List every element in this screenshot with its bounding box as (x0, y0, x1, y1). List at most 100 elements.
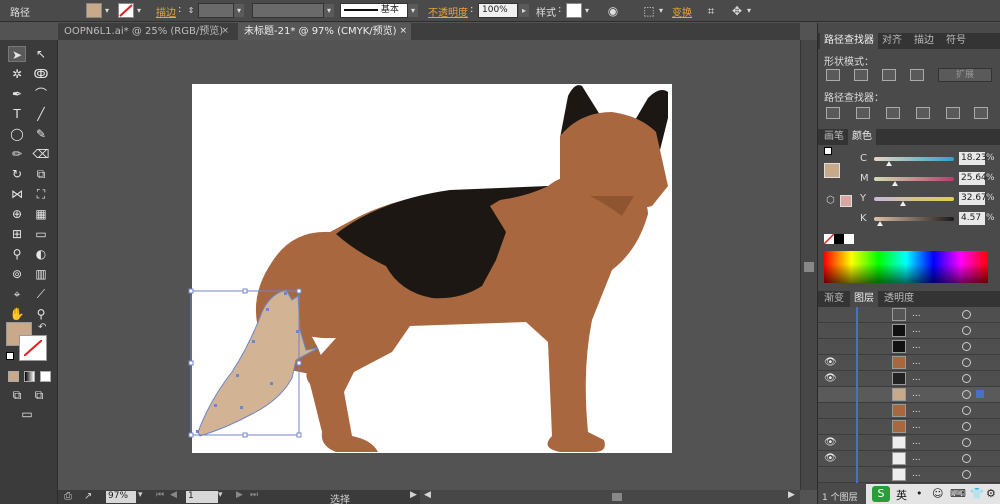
artboard-number-field[interactable]: 1 (186, 491, 218, 503)
color-stroke-box[interactable] (840, 195, 852, 207)
target-icon[interactable] (962, 310, 971, 319)
minus-back-icon[interactable] (974, 107, 988, 119)
tab-transparency[interactable]: 透明度 (880, 291, 918, 307)
target-icon[interactable] (962, 454, 971, 463)
target-icon[interactable] (962, 438, 971, 447)
color-fill-box[interactable] (824, 163, 840, 178)
vertical-scroll-thumb[interactable] (804, 262, 814, 272)
channel-c-value[interactable]: 18.23 (959, 152, 987, 165)
white-swatch[interactable] (844, 234, 854, 244)
target-icon[interactable] (962, 390, 971, 399)
expand-button[interactable]: 扩展 (938, 68, 992, 82)
channel-y-slider[interactable] (874, 197, 954, 201)
tab-pathfinder[interactable]: 路径查找器 (820, 33, 878, 49)
eye-icon[interactable]: 👁 (824, 373, 837, 384)
layer-row[interactable]: ... (818, 419, 1000, 435)
target-icon[interactable] (962, 326, 971, 335)
layer-name: ... (912, 469, 921, 479)
horizontal-scrollbar[interactable]: ◀ ▶ (420, 490, 800, 504)
unite-icon[interactable] (826, 69, 840, 81)
layer-row[interactable]: ... (818, 467, 1000, 483)
punctuation-icon[interactable]: • (916, 487, 923, 500)
eye-icon[interactable]: 👁 (824, 357, 837, 368)
tab-align[interactable]: 对齐 (878, 33, 906, 49)
layer-row[interactable]: 👁... (818, 435, 1000, 451)
sogou-ime-icon[interactable]: S (872, 486, 890, 502)
target-icon[interactable] (962, 374, 971, 383)
export-icon[interactable]: ↗ (84, 491, 92, 502)
channel-k-slider[interactable] (874, 217, 954, 221)
layer-row[interactable]: 👁... (818, 371, 1000, 387)
exclude-icon[interactable] (910, 69, 924, 81)
first-artboard-icon[interactable]: ⏮ (156, 490, 164, 500)
layer-row-selected[interactable]: ... (818, 387, 1000, 403)
merge-icon[interactable] (886, 107, 900, 119)
none-icon (823, 233, 835, 245)
channel-y-unit: % (986, 193, 995, 203)
user-icon[interactable]: 👕 (970, 487, 984, 500)
channel-y-value[interactable]: 32.67 (959, 192, 987, 205)
scroll-left-icon[interactable]: ◀ (424, 490, 431, 500)
zoom-field[interactable]: 97% (106, 491, 136, 503)
target-icon[interactable] (962, 470, 971, 479)
emoji-icon[interactable]: ☺ (932, 487, 943, 500)
status-menu-arrow[interactable]: ▶ (410, 490, 417, 500)
layer-thumbnail (892, 420, 906, 433)
minus-front-icon[interactable] (854, 69, 868, 81)
keyboard-icon[interactable]: ⌨ (950, 487, 966, 500)
channel-m-knob[interactable] (892, 181, 898, 186)
tab-brushes[interactable]: 画笔 (820, 129, 848, 145)
default-fill-stroke-icon[interactable] (824, 147, 832, 155)
target-icon[interactable] (962, 358, 971, 367)
settings-icon[interactable]: ⚙ (986, 487, 996, 500)
color-panel-tabs: 画笔 颜色 (818, 129, 1000, 145)
channel-k-knob[interactable] (877, 221, 883, 226)
tab-gradient[interactable]: 渐变 (820, 291, 848, 307)
vertical-scrollbar[interactable] (800, 40, 817, 490)
eye-icon[interactable]: 👁 (824, 437, 837, 448)
current-tool-label: 选择 (330, 495, 350, 504)
artboard-dropdown[interactable]: ▾ (218, 490, 223, 500)
target-icon[interactable] (962, 342, 971, 351)
tab-stroke[interactable]: 描边 (910, 33, 938, 49)
layers-count-label: 1 个图层 (822, 493, 858, 503)
layer-row[interactable]: ... (818, 307, 1000, 323)
layer-row[interactable]: 👁... (818, 451, 1000, 467)
dog-illustration[interactable] (188, 85, 668, 452)
channel-m-unit: % (986, 173, 995, 183)
channel-k-value[interactable]: 4.57 (959, 212, 985, 225)
intersect-icon[interactable] (882, 69, 896, 81)
black-swatch[interactable] (834, 234, 844, 244)
color-spectrum[interactable] (824, 251, 988, 283)
pathfinder-panel-tabs: 路径查找器 对齐 描边 符号 (818, 33, 1000, 49)
channel-m-slider[interactable] (874, 177, 954, 181)
pages-icon[interactable]: ⎙ (64, 491, 72, 502)
ime-language-label[interactable]: 英 (896, 487, 907, 503)
target-icon[interactable] (962, 422, 971, 431)
out-of-gamut-icon[interactable]: ⬡ (826, 195, 835, 206)
previous-artboard-icon[interactable]: ◀ (170, 490, 177, 500)
crop-icon[interactable] (916, 107, 930, 119)
horizontal-scroll-thumb[interactable] (612, 493, 622, 501)
tab-color[interactable]: 颜色 (848, 129, 876, 145)
channel-m-value[interactable]: 25.64 (959, 172, 987, 185)
divide-icon[interactable] (826, 107, 840, 119)
zoom-dropdown[interactable]: ▾ (138, 490, 143, 500)
next-artboard-icon[interactable]: ▶ (236, 490, 243, 500)
scroll-right-icon[interactable]: ▶ (788, 490, 795, 500)
target-icon[interactable] (962, 406, 971, 415)
trim-icon[interactable] (856, 107, 870, 119)
eye-icon[interactable]: 👁 (824, 453, 837, 464)
channel-c-knob[interactable] (886, 161, 892, 166)
layer-row[interactable]: 👁... (818, 355, 1000, 371)
last-artboard-icon[interactable]: ⏭ (250, 490, 258, 500)
layer-row[interactable]: ... (818, 339, 1000, 355)
none-swatch[interactable] (823, 233, 835, 245)
tab-layers[interactable]: 图层 (850, 291, 878, 307)
layer-row[interactable]: ... (818, 323, 1000, 339)
layer-row[interactable]: ... (818, 403, 1000, 419)
outline-icon[interactable] (946, 107, 960, 119)
selection-indicator[interactable] (976, 390, 984, 398)
tab-symbols[interactable]: 符号 (942, 33, 970, 49)
channel-y-knob[interactable] (900, 201, 906, 206)
